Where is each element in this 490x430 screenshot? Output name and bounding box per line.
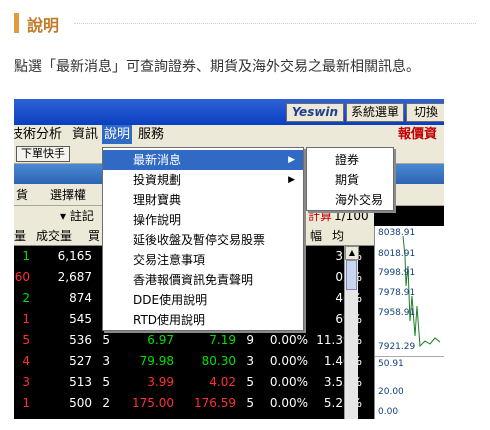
section-header: 說明 [14, 10, 476, 36]
chart-label: 20.00 [378, 387, 404, 397]
table-cell: 0.00% [269, 354, 308, 368]
table-cell: 1 [22, 312, 30, 326]
chart-label: 8018.91 [378, 249, 416, 259]
table-cell: 3 [22, 375, 30, 389]
table-cell: 5 [246, 396, 254, 410]
chart-label: 8038.91 [378, 228, 416, 238]
table-cell: 5 [246, 375, 254, 389]
table-cell: 80.30 [201, 354, 236, 368]
switch-button[interactable]: 切換 [406, 103, 444, 122]
menu-item-label: 最新消息 [133, 153, 182, 167]
submenu-arrow-icon: ▶ [288, 175, 295, 185]
table-cell: 1 [22, 249, 30, 263]
table-cell: 545 [69, 312, 92, 326]
menu-bar: 技術分析 資訊 說明 服務 報價資訊 [14, 125, 444, 161]
table-cell: 0.00% [269, 333, 308, 347]
menu-item-label: 投資規劃 [133, 173, 182, 187]
menu-item-dde-guide[interactable]: DDE使用說明 [103, 290, 303, 310]
chart-label: 50.91 [378, 359, 404, 369]
submenu-item-securities[interactable]: 證券 [307, 150, 393, 170]
chart-label: 7978.91 [378, 288, 416, 298]
help-dropdown-menu: 最新消息 ▶ 投資規劃 ▶ 理財寶典 操作說明 延後收盤及暫停交易股票 交易注意… [102, 147, 304, 331]
table-row[interactable]: 1 500 2 175.00 176.59 5 0.00% 5.23% [14, 393, 374, 413]
menu-item-rtd-guide[interactable]: RTD使用說明 [103, 310, 303, 330]
note-dropdown[interactable]: ▾ 註記 [60, 206, 94, 226]
col-bid[interactable]: 買 [88, 226, 100, 246]
table-cell: 9 [246, 333, 254, 347]
table-cell: 3 [246, 354, 254, 368]
app-title-bar: Yeswin 系統選單 切換 [14, 99, 444, 125]
col-volume[interactable]: 量 [14, 226, 26, 246]
mini-volume-plot: 50.91 20.00 0.00 [375, 356, 444, 419]
table-cell: 2,687 [57, 270, 92, 284]
news-submenu: 證券 期貨 海外交易 [306, 147, 394, 211]
menu-item-hk-disclaimer[interactable]: 香港報價資訊免責聲明 [103, 270, 303, 290]
yeswin-logo: Yeswin [286, 103, 344, 122]
menu-item-latest-news[interactable]: 最新消息 ▶ [103, 150, 303, 170]
table-cell: 7.19 [209, 333, 236, 347]
col-trade-volume[interactable]: 成交量 [36, 226, 72, 246]
table-cell: 0.00% [269, 375, 308, 389]
submenu-arrow-icon: ▶ [288, 155, 295, 165]
table-cell: 0.00% [269, 396, 308, 410]
menu-item-trading-notes[interactable]: 交易注意事項 [103, 250, 303, 270]
table-cell: 5 [102, 375, 110, 389]
menu-item-investment-planning[interactable]: 投資規劃 ▶ [103, 170, 303, 190]
table-row[interactable]: 3 513 5 3.99 4.02 5 0.00% 3.52% [14, 372, 374, 392]
scroll-up-arrow[interactable]: ▲ [345, 246, 359, 260]
table-cell: 2 [22, 291, 30, 305]
table-cell: 175.00 [132, 396, 174, 410]
grid-scrollbar[interactable]: ▲ [344, 246, 359, 419]
tab-futures[interactable]: 貨 [16, 184, 28, 206]
table-cell: 3.99 [147, 375, 174, 389]
mini-chart-plot: 8038.91 8018.91 7998.91 7978.91 7958.91 … [375, 226, 444, 356]
app-screenshot: Yeswin 系統選單 切換 技術分析 資訊 說明 服務 報價資訊 下單快手 貨… [14, 99, 444, 419]
quick-order-button[interactable]: 下單快手 [16, 146, 70, 162]
scroll-thumb[interactable] [346, 260, 357, 290]
table-cell: 2 [102, 396, 110, 410]
table-cell: 536 [69, 333, 92, 347]
table-cell: 5 [22, 333, 30, 347]
table-cell: 5 [102, 333, 110, 347]
menu-help[interactable]: 說明 [102, 125, 133, 144]
tab-options[interactable]: 選擇權 [50, 184, 86, 206]
table-cell: 6,165 [57, 249, 92, 263]
section-accent-bar [14, 13, 19, 33]
menu-info[interactable]: 資訊 [70, 125, 100, 144]
col-average[interactable]: 均 [332, 226, 344, 246]
table-cell: 60 [14, 270, 30, 284]
menu-service[interactable]: 服務 [136, 125, 166, 144]
table-cell: 527 [69, 354, 92, 368]
chart-label: 7921.29 [378, 342, 416, 352]
table-cell: 6.97 [147, 333, 174, 347]
table-cell: 3 [102, 354, 110, 368]
table-cell: 4 [22, 354, 30, 368]
menu-item-delayed-close[interactable]: 延後收盤及暫停交易股票 [103, 230, 303, 250]
chart-label: 0.00 [378, 407, 399, 417]
submenu-item-futures[interactable]: 期貨 [307, 170, 393, 190]
chart-label: 7958.91 [378, 308, 416, 318]
table-cell: 176.59 [194, 396, 236, 410]
description-text: 點選「最新消息」可查詢證券、期貨及海外交易之最新相關訊息。 [14, 59, 420, 75]
submenu-item-overseas[interactable]: 海外交易 [307, 190, 393, 210]
table-cell: 513 [69, 375, 92, 389]
table-cell: 874 [69, 291, 92, 305]
menu-item-user-guide[interactable]: 操作說明 [103, 210, 303, 230]
table-cell: 79.98 [139, 354, 174, 368]
menu-item-wealth-guide[interactable]: 理財寶典 [103, 190, 303, 210]
section-title: 說明 [27, 16, 60, 35]
table-cell: 4.02 [209, 375, 236, 389]
table-cell: 500 [69, 396, 92, 410]
table-row[interactable]: 4 527 3 79.98 80.30 3 0.00% 1.40% [14, 351, 374, 371]
section-divider [74, 23, 476, 24]
system-select-button[interactable]: 系統選單 [346, 103, 404, 122]
table-cell: 1 [22, 396, 30, 410]
menu-technical-analysis[interactable]: 技術分析 [14, 125, 64, 144]
table-row[interactable]: 5 536 5 6.97 7.19 9 0.00% 11.39% [14, 330, 374, 350]
col-change-pct[interactable]: 幅 [310, 226, 322, 246]
chart-label: 7998.91 [378, 268, 416, 278]
mini-chart-panel: 8038.91 8018.91 7998.91 7978.91 7958.91 … [374, 226, 444, 419]
